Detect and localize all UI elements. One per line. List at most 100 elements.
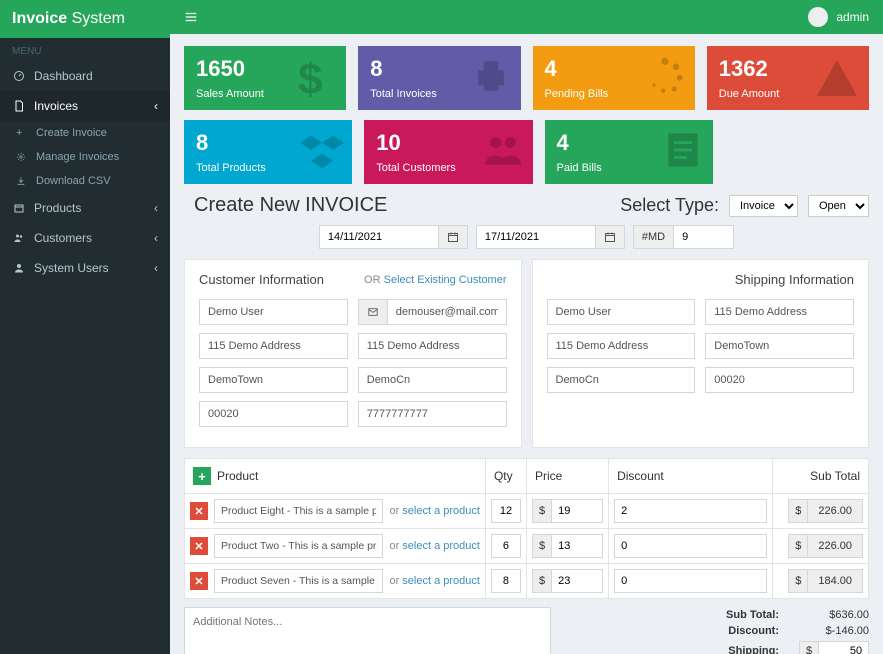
warning-icon xyxy=(813,54,861,102)
select-product-link[interactable]: or select a product xyxy=(389,505,480,517)
nav-download-csv[interactable]: Download CSV xyxy=(0,169,170,193)
notes-textarea[interactable] xyxy=(184,607,551,654)
nav-invoices-label: Invoices xyxy=(34,99,78,113)
nav-products[interactable]: Products ‹ xyxy=(0,193,170,223)
shipping-addr2-input[interactable] xyxy=(547,333,696,359)
shipping-zip-input[interactable] xyxy=(705,367,854,393)
shipping-cn-input[interactable] xyxy=(547,367,696,393)
brand-logo[interactable]: Invoice System xyxy=(0,0,170,38)
customer-name-input[interactable] xyxy=(199,299,348,325)
nav-create-invoice[interactable]: + Create Invoice xyxy=(0,121,170,145)
select-product-link[interactable]: or select a product xyxy=(389,575,480,587)
price-input[interactable] xyxy=(552,534,603,558)
chevron-left-icon: ‹ xyxy=(154,231,158,245)
table-row: ✕or select a product$$184.00 xyxy=(185,564,869,599)
price-input[interactable] xyxy=(552,499,603,523)
subtotal-value: 184.00 xyxy=(808,569,863,593)
nav-dashboard[interactable]: Dashboard xyxy=(0,61,170,91)
discount-input[interactable] xyxy=(614,499,767,523)
product-name-input[interactable] xyxy=(214,534,383,558)
discount-input[interactable] xyxy=(614,534,767,558)
download-icon xyxy=(16,176,30,186)
calendar-icon[interactable] xyxy=(439,225,468,249)
qty-input[interactable] xyxy=(491,499,521,523)
customer-email-input[interactable] xyxy=(387,299,507,325)
delete-row-button[interactable]: ✕ xyxy=(190,537,208,555)
add-row-button[interactable]: + xyxy=(193,467,211,485)
user-icon xyxy=(12,262,26,274)
svg-text:$: $ xyxy=(298,55,322,102)
nav-customers[interactable]: Customers ‹ xyxy=(0,223,170,253)
chevron-left-icon: ‹ xyxy=(154,261,158,275)
delete-row-button[interactable]: ✕ xyxy=(190,572,208,590)
stat-total-customers[interactable]: 10 Total Customers xyxy=(364,120,532,184)
subtotal-value: 226.00 xyxy=(808,534,863,558)
customer-cn-input[interactable] xyxy=(358,367,507,393)
product-name-input[interactable] xyxy=(214,499,383,523)
stat-sales-amount[interactable]: 1650 Sales Amount $ xyxy=(184,46,346,110)
users-icon xyxy=(12,232,26,244)
chevron-left-icon: ‹ xyxy=(154,201,158,215)
printer-icon xyxy=(469,54,513,98)
calendar-icon[interactable] xyxy=(596,225,625,249)
customer-zip-input[interactable] xyxy=(199,401,348,427)
stat-pending-bills[interactable]: 4 Pending Bills xyxy=(533,46,695,110)
menu-section-label: MENU xyxy=(0,38,170,61)
invoice-prefix-label: #MD xyxy=(633,225,674,249)
chevron-left-icon: ‹ xyxy=(154,99,158,113)
discount-input[interactable] xyxy=(614,569,767,593)
invoice-number-input[interactable] xyxy=(674,225,734,249)
customer-info-panel: Customer Information OR Select Existing … xyxy=(184,259,522,448)
customer-phone-input[interactable] xyxy=(358,401,507,427)
nav-manage-invoices[interactable]: Manage Invoices xyxy=(0,145,170,169)
line-items-table: + Product Qty Price Discount Sub Total ✕… xyxy=(184,458,869,599)
delete-row-button[interactable]: ✕ xyxy=(190,502,208,520)
customer-addr1-input[interactable] xyxy=(199,333,348,359)
shipping-info-panel: Shipping Information xyxy=(532,259,870,448)
customer-addr2-input[interactable] xyxy=(358,333,507,359)
shipping-town-input[interactable] xyxy=(705,333,854,359)
customer-info-title: Customer Information xyxy=(199,272,324,287)
price-input[interactable] xyxy=(552,569,603,593)
stat-due-amount[interactable]: 1362 Due Amount xyxy=(707,46,869,110)
stat-paid-bills[interactable]: 4 Paid Bills xyxy=(545,120,713,184)
qty-input[interactable] xyxy=(491,534,521,558)
box-icon xyxy=(12,202,26,214)
select-existing-customer[interactable]: OR Select Existing Customer xyxy=(364,274,506,286)
list-icon xyxy=(661,128,705,172)
totals-panel: Sub Total:$636.00 Discount:$-146.00 Ship… xyxy=(563,607,869,654)
file-icon xyxy=(12,100,26,112)
date-to-input[interactable] xyxy=(476,225,596,249)
shipping-info-title: Shipping Information xyxy=(735,272,854,287)
date-from-input[interactable] xyxy=(319,225,439,249)
stat-total-products[interactable]: 8 Total Products xyxy=(184,120,352,184)
group-icon xyxy=(481,128,525,172)
user-menu[interactable]: admin xyxy=(808,7,869,27)
stat-total-invoices[interactable]: 8 Total Invoices xyxy=(358,46,520,110)
status-select[interactable]: Open xyxy=(808,195,869,217)
qty-input[interactable] xyxy=(491,569,521,593)
nav-system-users[interactable]: System Users ‹ xyxy=(0,253,170,283)
product-name-input[interactable] xyxy=(214,569,383,593)
spinner-icon xyxy=(643,54,687,98)
customer-town-input[interactable] xyxy=(199,367,348,393)
envelope-icon xyxy=(358,299,387,325)
page-title: Create New INVOICE xyxy=(184,194,387,217)
table-row: ✕or select a product$$226.00 xyxy=(185,494,869,529)
nav-dashboard-label: Dashboard xyxy=(34,69,93,83)
select-type-label: Select Type: xyxy=(620,195,719,216)
dashboard-icon xyxy=(12,70,26,82)
dropbox-icon xyxy=(300,128,344,172)
hamburger-icon[interactable] xyxy=(184,10,198,24)
user-name-label: admin xyxy=(836,10,869,24)
doc-type-select[interactable]: Invoice xyxy=(729,195,798,217)
nav-invoices[interactable]: Invoices ‹ xyxy=(0,91,170,121)
dollar-icon: $ xyxy=(290,54,338,102)
shipping-amount-input[interactable] xyxy=(819,641,869,654)
plus-icon: + xyxy=(16,127,30,139)
avatar-icon xyxy=(808,7,828,27)
gear-icon xyxy=(16,152,30,162)
shipping-name-input[interactable] xyxy=(547,299,696,325)
shipping-addr1-input[interactable] xyxy=(705,299,854,325)
select-product-link[interactable]: or select a product xyxy=(389,540,480,552)
